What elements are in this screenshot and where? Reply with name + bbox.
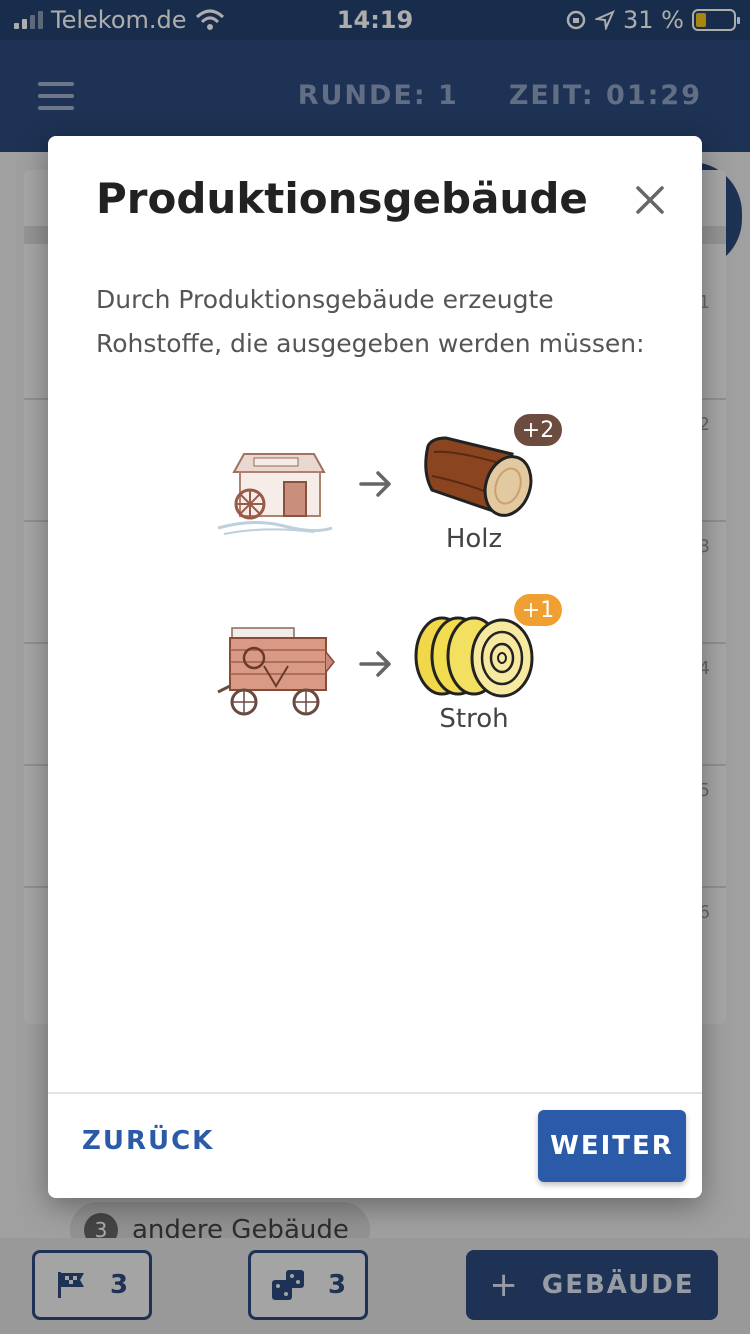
resource-label: Stroh [439,704,509,734]
back-button[interactable]: ZURÜCK [82,1126,214,1156]
sawmill-icon [217,453,333,535]
next-button[interactable]: WEITER [538,1110,686,1182]
amount-badge: +1 [512,592,564,628]
resource-label: Holz [445,524,503,554]
thresher-wagon-icon [217,627,335,716]
dialog-title: Produktionsgebäude [96,174,588,223]
production-row: +1 Stroh [48,592,702,742]
dialog-footer-divider [48,1092,702,1094]
dialog-description: Durch Produktionsgebäude erzeugte Rohsto… [96,285,645,358]
production-dialog: Produktionsgebäude Durch Produktionsgebä… [48,136,702,1198]
amount-badge: +2 [512,412,564,448]
straw-bale-icon [414,616,534,698]
close-icon[interactable] [630,180,670,220]
production-row: +2 Holz [48,412,702,562]
log-icon [424,436,533,517]
arrow-right-icon [359,471,391,497]
arrow-right-icon [359,651,391,677]
